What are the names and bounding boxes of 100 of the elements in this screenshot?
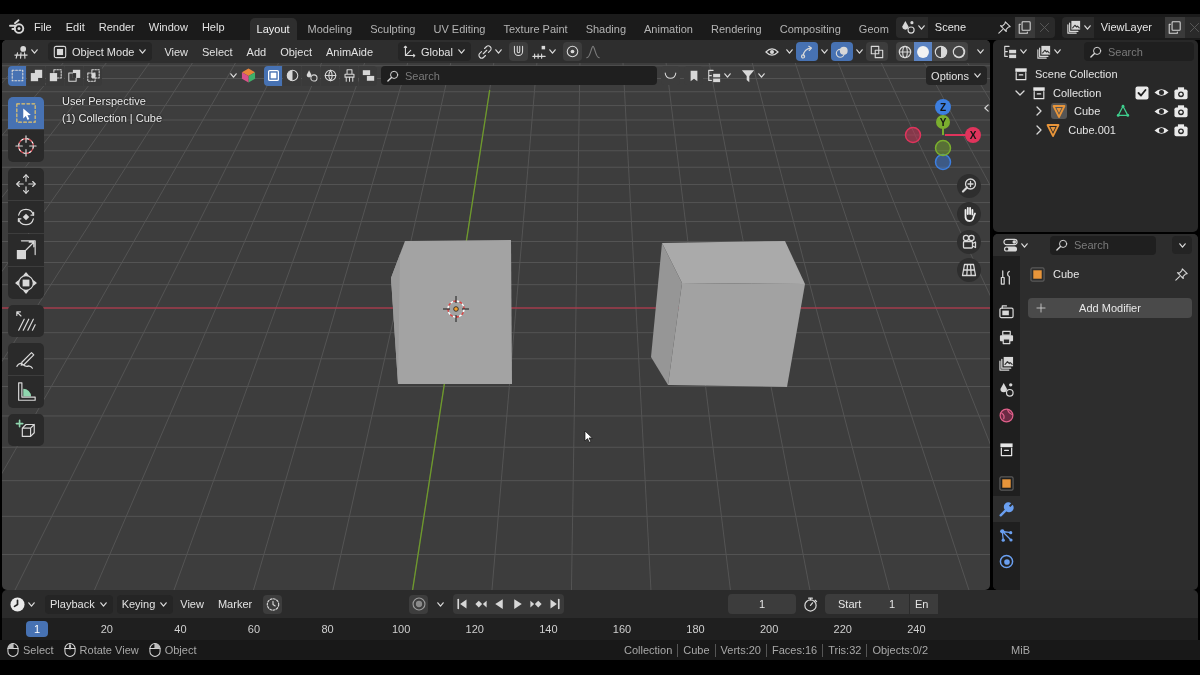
negative-axis-handle[interactable] xyxy=(934,153,952,171)
orientation-dropdown[interactable]: Global xyxy=(398,42,471,61)
search-field[interactable]: Search xyxy=(381,66,657,85)
copy-button[interactable] xyxy=(1164,16,1185,38)
falloff-curve-icon[interactable] xyxy=(585,44,600,59)
menu-item[interactable]: Add xyxy=(239,45,274,58)
workspace-tab[interactable]: Animation xyxy=(637,18,700,40)
search-field[interactable]: Search xyxy=(1050,235,1156,255)
chevron-right-icon[interactable] xyxy=(1034,106,1044,117)
shading-button[interactable] xyxy=(914,42,932,61)
selection-mode-button[interactable] xyxy=(8,65,26,86)
tool-button[interactable] xyxy=(8,201,44,233)
triangle-vertices-icon[interactable] xyxy=(1116,104,1130,119)
chevron-right-icon[interactable] xyxy=(1034,125,1044,136)
workspace-tab[interactable]: Rendering xyxy=(703,18,769,40)
workspace-tab[interactable]: Modeling xyxy=(300,18,360,40)
hand-icon[interactable] xyxy=(957,202,981,226)
auto-keying-button[interactable] xyxy=(263,594,283,614)
outliner-item[interactable]: Scene Collection xyxy=(1035,68,1118,81)
outliner-item[interactable]: Cube xyxy=(1074,105,1101,118)
search-field[interactable]: Search xyxy=(1084,42,1194,61)
previous-keyframe-icon[interactable] xyxy=(474,598,487,610)
caret-icon[interactable] xyxy=(821,49,828,54)
view-layer-name-field[interactable]: ViewLayer xyxy=(1093,16,1165,38)
pin-icon[interactable] xyxy=(1175,267,1188,281)
tool-button[interactable] xyxy=(8,234,44,266)
menu-item[interactable]: Help xyxy=(194,21,232,33)
camera-icon[interactable] xyxy=(1174,85,1188,100)
jump-to-start-icon[interactable] xyxy=(456,598,469,610)
current-frame-field[interactable]: 1 xyxy=(728,594,796,614)
tool-button[interactable] xyxy=(8,168,44,200)
menu-item[interactable]: AnimAide xyxy=(319,45,381,58)
start-frame-field[interactable]: Start 1 xyxy=(825,594,909,614)
proportional-toggle[interactable] xyxy=(562,42,582,61)
playhead[interactable]: 1 xyxy=(26,621,48,637)
menu-item[interactable]: Select xyxy=(195,45,240,58)
chevron-left-icon[interactable] xyxy=(984,104,989,112)
mode-dropdown[interactable]: Object Mode xyxy=(48,42,153,61)
menu-item[interactable]: Object xyxy=(273,45,319,58)
negative-axis-handle[interactable] xyxy=(904,126,922,144)
workspace-tab[interactable]: UV Editing xyxy=(426,18,493,40)
shading-button[interactable] xyxy=(932,42,950,61)
overlay-toggle[interactable] xyxy=(831,42,853,61)
menu-item[interactable]: Window xyxy=(141,21,195,33)
menu-dropdown[interactable]: Keying xyxy=(116,594,174,614)
selection-mode-button[interactable] xyxy=(46,65,64,86)
end-frame-field[interactable]: En xyxy=(910,594,938,614)
caret-icon[interactable] xyxy=(230,73,237,78)
record-button[interactable] xyxy=(409,594,428,614)
caret-icon[interactable] xyxy=(977,49,984,54)
movie-camera-icon[interactable] xyxy=(957,230,981,254)
menu-item[interactable]: View xyxy=(157,45,196,58)
workspace-tab[interactable]: Layout xyxy=(249,18,297,40)
menu-item[interactable]: File xyxy=(27,21,59,33)
object-filter-button[interactable] xyxy=(264,65,282,86)
menu-item[interactable]: View xyxy=(173,598,211,610)
negative-axis-handle[interactable] xyxy=(934,139,952,157)
play-icon[interactable] xyxy=(511,598,524,610)
shading-button[interactable] xyxy=(950,42,968,61)
hierarchy-dropdown[interactable] xyxy=(707,68,731,83)
camera-icon[interactable] xyxy=(1174,123,1188,138)
tool-button[interactable] xyxy=(8,343,44,375)
menu-dropdown[interactable]: Playback xyxy=(45,594,113,614)
menu-item[interactable]: Edit xyxy=(58,21,92,33)
outliner-item[interactable]: Cube.001 xyxy=(1068,124,1116,137)
stopwatch-icon[interactable] xyxy=(803,596,818,612)
scene-selector[interactable]: Scene xyxy=(895,16,1055,38)
filter-dropdown[interactable] xyxy=(741,68,765,83)
mesh-object-icon[interactable] xyxy=(1051,103,1067,120)
jump-to-end-icon[interactable] xyxy=(548,598,561,610)
tool-button[interactable] xyxy=(8,414,44,446)
axis-handle[interactable]: X xyxy=(944,127,981,143)
snap-toggle[interactable] xyxy=(508,42,528,61)
workspace-tab[interactable]: Shading xyxy=(578,18,634,40)
selection-mode-button[interactable] xyxy=(84,65,102,86)
workspace-tab[interactable]: Texture Paint xyxy=(496,18,575,40)
axis-handle[interactable]: Z xyxy=(935,99,951,115)
image-stack-icon[interactable] xyxy=(1066,20,1081,34)
caret-icon[interactable] xyxy=(786,49,793,54)
add-modifier-button[interactable]: Add Modifier xyxy=(1028,298,1192,318)
drop-sphere-icon[interactable] xyxy=(900,20,915,34)
tool-button[interactable] xyxy=(8,97,44,129)
zoom-icon[interactable] xyxy=(957,174,981,198)
display-mode-button[interactable] xyxy=(1037,44,1061,59)
checkbox[interactable] xyxy=(1135,85,1149,100)
selection-mode-button[interactable] xyxy=(27,65,45,86)
next-keyframe-icon[interactable] xyxy=(530,598,543,610)
blender-logo-icon[interactable] xyxy=(9,19,25,35)
outliner-item[interactable]: Collection xyxy=(1053,86,1102,99)
options-dropdown[interactable]: Options xyxy=(926,66,987,85)
xray-toggle[interactable] xyxy=(866,42,888,61)
tool-button[interactable] xyxy=(8,376,44,408)
gizmo-toggle[interactable] xyxy=(796,42,818,61)
menu-item[interactable]: Marker xyxy=(210,598,260,610)
options-dropdown[interactable] xyxy=(1172,236,1192,254)
workspace-tab[interactable]: Compositing xyxy=(772,18,848,40)
tool-button[interactable] xyxy=(8,130,44,162)
shading-button[interactable] xyxy=(896,42,914,61)
scene-name-field[interactable]: Scene xyxy=(927,16,1015,38)
tool-button[interactable] xyxy=(8,267,44,299)
